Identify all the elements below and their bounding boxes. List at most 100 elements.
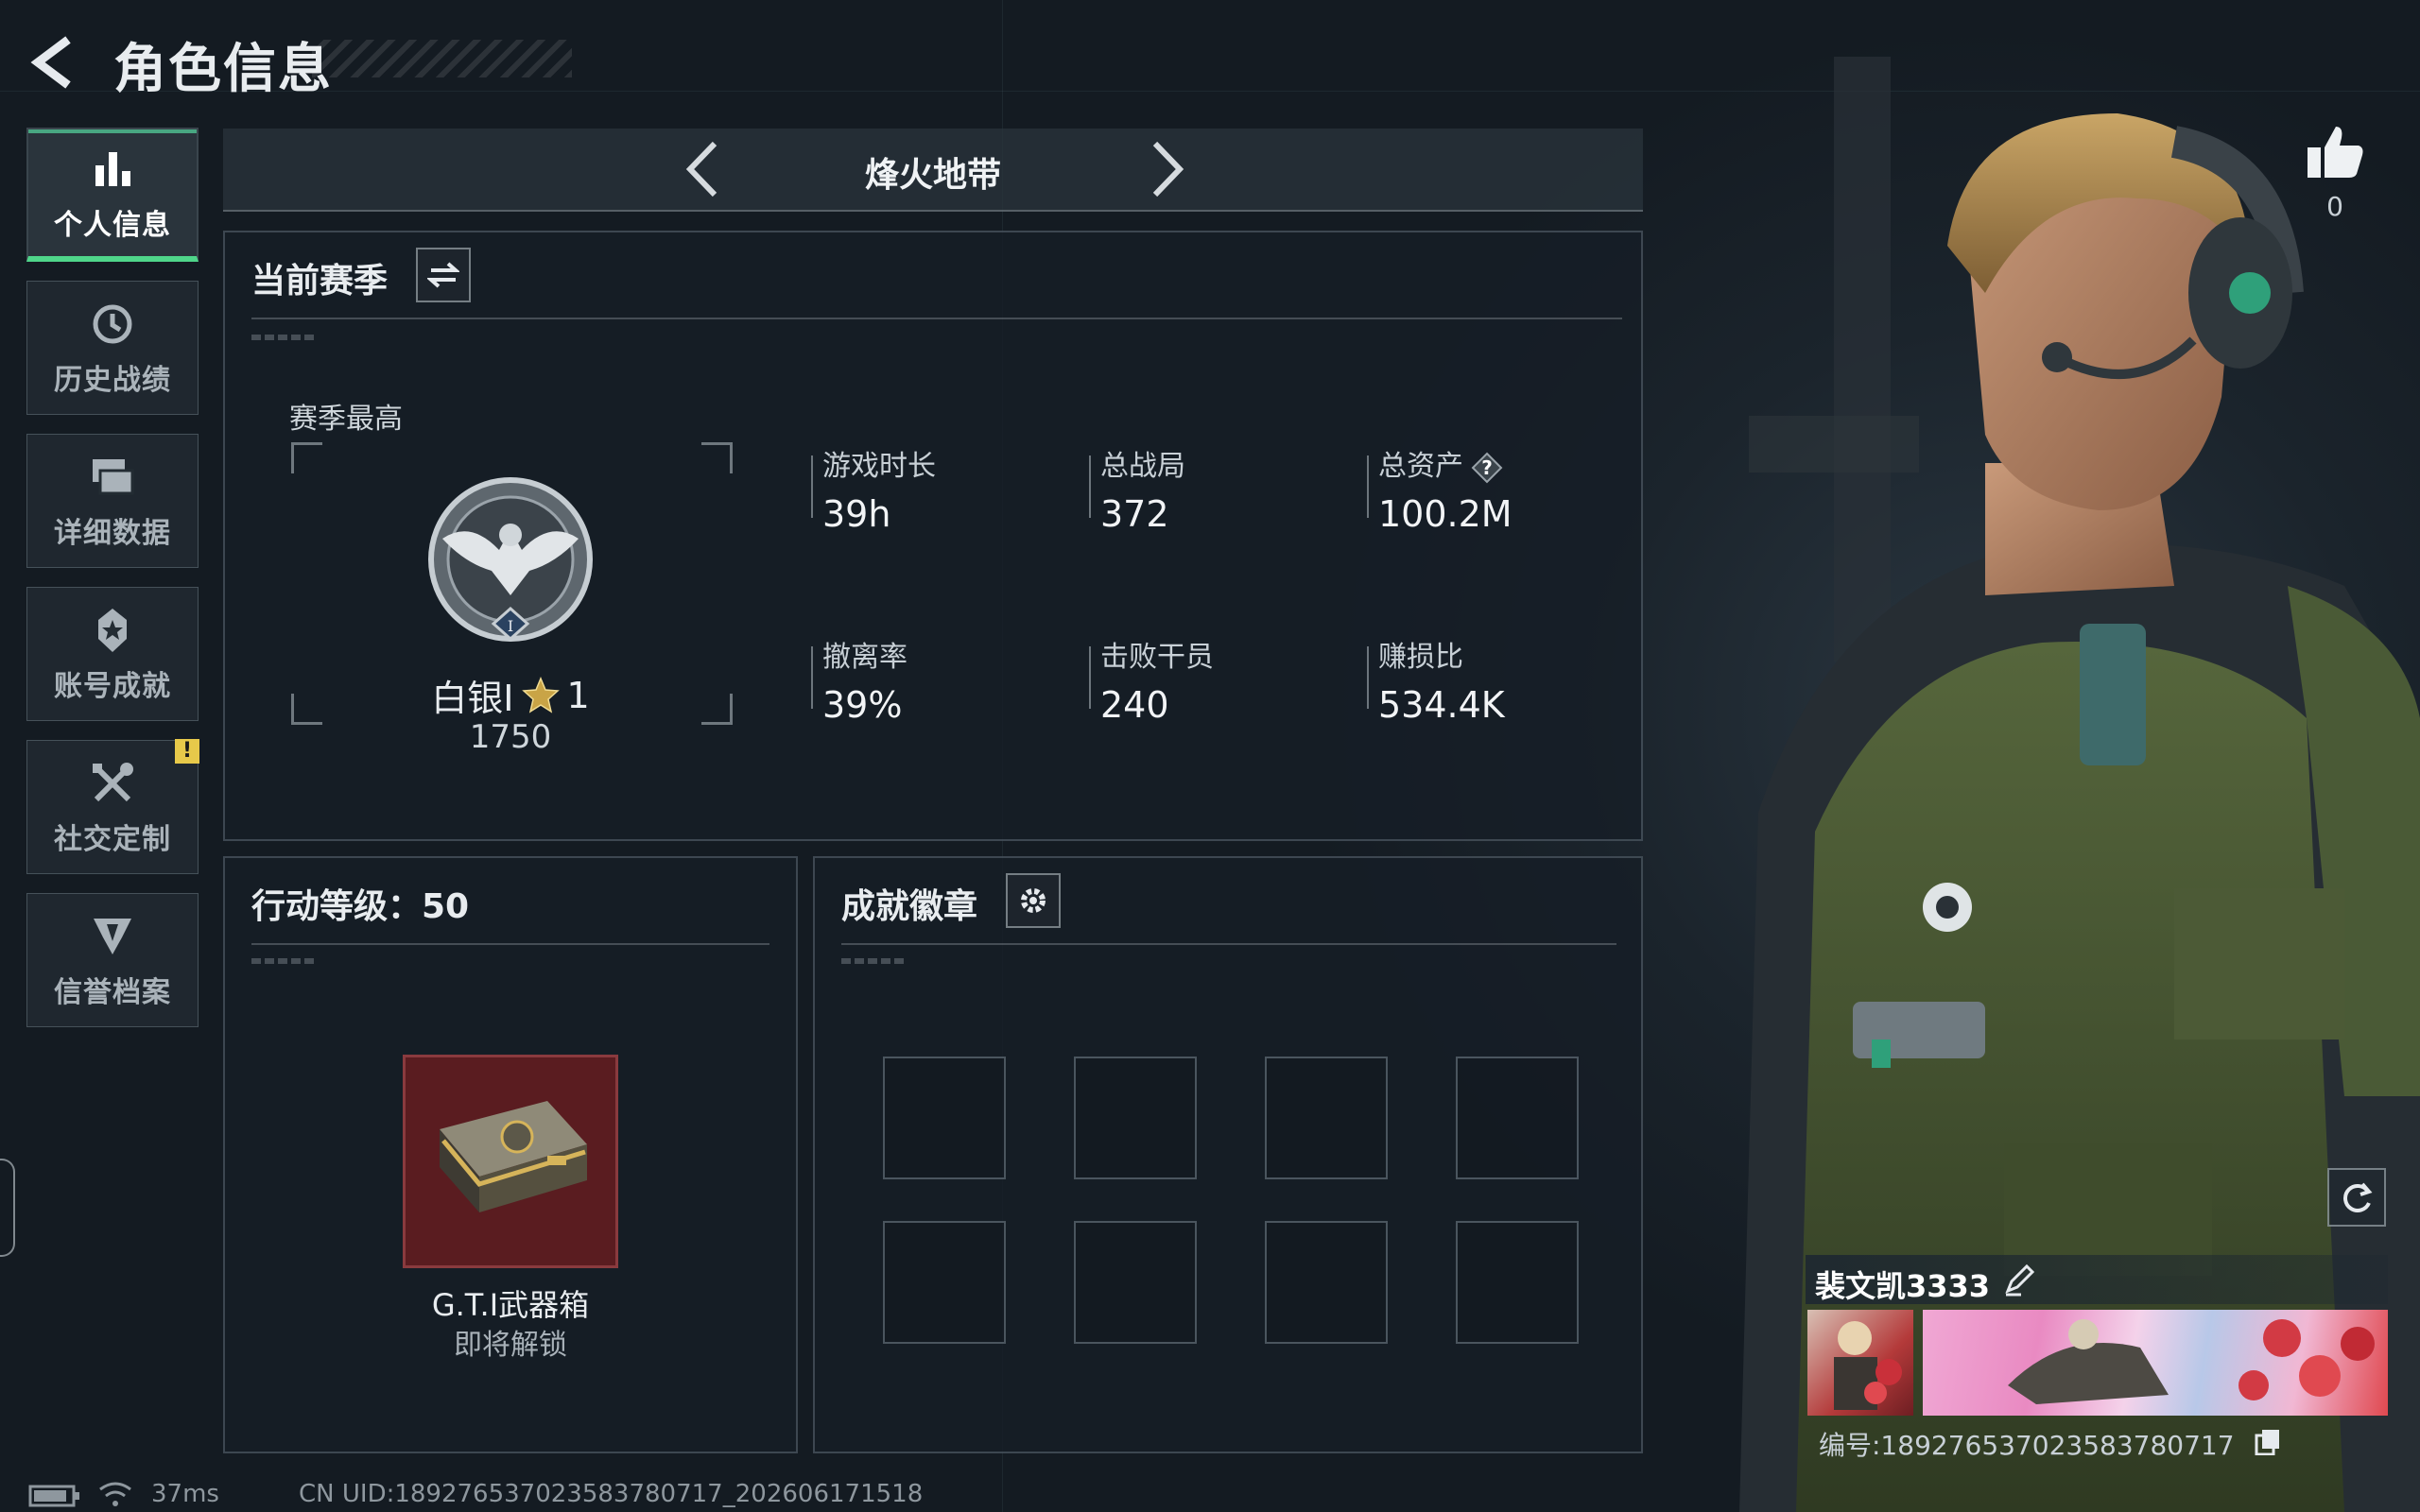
stat-divider	[811, 455, 813, 518]
stat-label-playtime: 游戏时长	[822, 450, 936, 483]
stat-value-total-matches: 372	[1100, 493, 1169, 535]
edit-pencil-icon[interactable]	[2000, 1261, 2038, 1298]
silver-rank-emblem-icon: I	[428, 477, 593, 642]
sidebar-item-social[interactable]: ! 社交定制	[26, 739, 199, 874]
stat-value-kills: 240	[1100, 684, 1169, 726]
sidebar-item-credit[interactable]: 信誉档案	[26, 893, 199, 1027]
sidebar: 个人信息 历史战绩 详细数据 账号成就 ! 社交定制 信誉档案	[26, 128, 200, 1046]
like-button[interactable]: 0	[2297, 121, 2373, 234]
sidebar-item-achievements[interactable]: 账号成就	[26, 587, 199, 721]
divider	[251, 943, 769, 945]
badge-slot[interactable]	[1456, 1221, 1579, 1344]
stat-label-total-matches: 总战局	[1100, 450, 1185, 483]
cn-uid-text: CN UID:1892765370235837807​17_2026061715…	[299, 1480, 924, 1508]
edge-drawer-handle[interactable]	[0, 1159, 15, 1257]
page-title: 角色信息	[113, 39, 333, 100]
divider	[251, 318, 1622, 319]
badge-slot[interactable]	[883, 1057, 1006, 1179]
badge-slot[interactable]	[1265, 1057, 1388, 1179]
refresh-button[interactable]	[2327, 1168, 2386, 1227]
rank-name: 白银I 1	[416, 669, 605, 721]
folders-icon	[84, 451, 141, 504]
decoration-ticks	[841, 958, 908, 964]
shield-emblem-icon	[84, 910, 141, 963]
tools-icon	[84, 757, 141, 810]
divider	[841, 943, 1616, 945]
gear-icon	[1021, 888, 1046, 913]
help-icon[interactable]: ?	[1471, 452, 1503, 484]
decoration-ticks	[251, 958, 318, 964]
rank-stars: 1	[566, 674, 590, 716]
mode-title: 烽火地带	[864, 156, 1001, 195]
stat-divider	[1367, 455, 1369, 518]
wifi-icon	[99, 1482, 131, 1506]
frame-corner	[291, 442, 322, 473]
badge-slot[interactable]	[1074, 1057, 1197, 1179]
stat-divider	[1089, 646, 1091, 709]
player-avatar[interactable]	[1807, 1310, 1913, 1416]
swap-arrows-icon	[427, 262, 459, 288]
stat-value-playtime: 39h	[822, 493, 891, 535]
frame-corner	[701, 442, 733, 473]
sidebar-item-label: 详细数据	[54, 517, 171, 550]
achievement-star-icon	[84, 604, 141, 657]
like-count: 0	[2326, 191, 2343, 222]
sidebar-item-personal-info[interactable]: 个人信息	[26, 128, 199, 262]
warning-badge: !	[175, 739, 199, 764]
bar-chart-icon	[84, 143, 141, 196]
rank-title: 白银I	[431, 678, 514, 719]
sidebar-item-label: 历史战绩	[54, 364, 171, 397]
refresh-icon	[2343, 1182, 2373, 1212]
badge-slot[interactable]	[1456, 1057, 1579, 1179]
reward-name: G.T.I武器箱	[431, 1287, 590, 1323]
stat-label-kills: 击败干员	[1100, 641, 1214, 674]
sidebar-item-label: 账号成就	[54, 670, 171, 703]
back-arrow-icon[interactable]	[26, 34, 83, 91]
ping-text: 37ms	[151, 1480, 219, 1508]
player-name: 裴文凯3333	[1815, 1268, 1991, 1304]
sidebar-item-label: 信誉档案	[54, 976, 171, 1009]
star-icon	[521, 676, 560, 713]
badge-settings-button[interactable]	[1006, 873, 1061, 928]
stat-divider	[1089, 455, 1091, 518]
reward-status: 即将解锁	[454, 1329, 567, 1362]
badges-title: 成就徽章	[841, 887, 978, 926]
sidebar-item-label: 社交定制	[54, 823, 171, 856]
copy-icon[interactable]	[2254, 1427, 2282, 1455]
sidebar-item-history[interactable]: 历史战绩	[26, 281, 199, 415]
badge-slot[interactable]	[1074, 1221, 1197, 1344]
season-best-label: 赛季最高	[289, 403, 403, 436]
sidebar-item-label: 个人信息	[54, 209, 171, 242]
mode-selector: 烽火地带	[223, 129, 1643, 212]
header: 角色信息	[0, 0, 945, 123]
stat-label-text: 总资产	[1378, 450, 1463, 483]
reward-item-box[interactable]	[403, 1055, 618, 1268]
badge-slot[interactable]	[1265, 1221, 1388, 1344]
player-card: 裴文凯3333	[1806, 1255, 2388, 1421]
clock-history-icon	[84, 298, 141, 351]
rank-score: 1750	[469, 718, 552, 756]
stat-value-profit-ratio: 534.4K	[1378, 684, 1505, 726]
stat-label-extraction-rate: 撤离率	[822, 641, 908, 674]
level-title: 行动等级：50	[251, 887, 470, 926]
season-title: 当前赛季	[251, 262, 389, 301]
svg-text:I: I	[508, 617, 513, 635]
switch-season-button[interactable]	[416, 248, 471, 302]
battery-icon	[28, 1485, 79, 1507]
weapon-case-icon	[440, 1101, 587, 1212]
svg-text:?: ?	[1481, 456, 1493, 479]
thumbs-up-icon	[2308, 127, 2363, 178]
badge-slot[interactable]	[883, 1221, 1006, 1344]
chevron-right-icon[interactable]	[1138, 138, 1195, 200]
stat-divider	[811, 646, 813, 709]
frame-corner	[701, 694, 733, 725]
stat-value-total-assets: 100.2M	[1378, 493, 1512, 535]
stat-label-total-assets: 总资产?	[1378, 442, 1503, 484]
stat-divider	[1367, 646, 1369, 709]
player-banner[interactable]	[1923, 1310, 2388, 1416]
stat-label-profit-ratio: 赚损比	[1378, 641, 1463, 674]
sidebar-item-details[interactable]: 详细数据	[26, 434, 199, 568]
frame-corner	[291, 694, 322, 725]
player-uid: 编号:1892765370235837807​17	[1819, 1430, 2235, 1461]
decoration-ticks	[251, 335, 318, 340]
